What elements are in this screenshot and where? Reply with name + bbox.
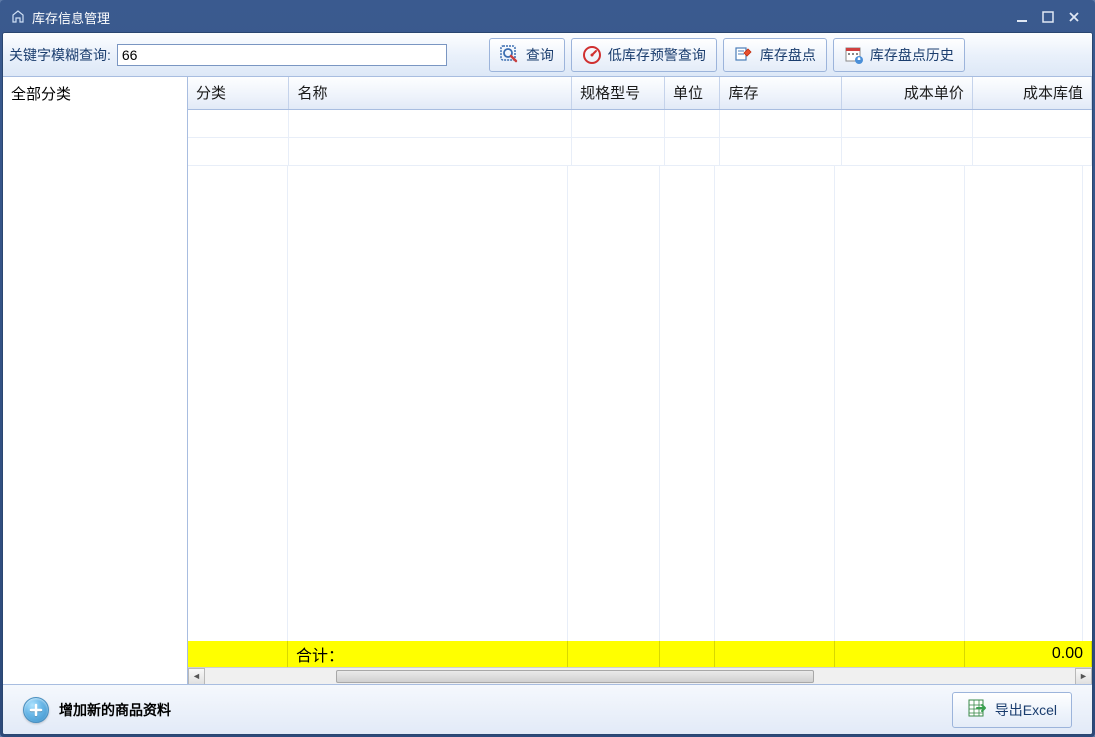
col-name[interactable]: 名称 [289,77,572,109]
close-button[interactable] [1063,8,1085,26]
query-button[interactable]: 查询 [489,38,565,72]
gauge-icon [582,45,602,65]
summary-unit [660,641,715,667]
window-controls [1011,8,1085,26]
summary-row: 合计： 0.00 [188,641,1092,667]
col-category[interactable]: 分类 [188,77,289,109]
bottom-bar: 增加新的商品资料 导出Excel [3,684,1092,734]
table-area: 分类 名称 规格型号 单位 库存 成本单价 成本库值 [188,77,1092,684]
plus-icon [23,697,49,723]
summary-spec [568,641,660,667]
inventory-icon [734,45,754,65]
table-row [188,137,1092,165]
stock-history-button-label: 库存盘点历史 [870,45,954,65]
stock-count-button[interactable]: 库存盘点 [723,38,827,72]
summary-cost-price [835,641,965,667]
summary-category [188,641,288,667]
all-categories-item[interactable]: 全部分类 [11,83,179,104]
add-product-label: 增加新的商品资料 [59,700,171,720]
table-empty-area [188,166,1092,642]
horizontal-scrollbar[interactable]: ◄ ► [188,667,1092,684]
inventory-table: 分类 名称 规格型号 单位 库存 成本单价 成本库值 [188,77,1092,166]
window-body: 关键字模糊查询: 查询 [2,32,1093,735]
col-spec[interactable]: 规格型号 [572,77,665,109]
table-header-row: 分类 名称 规格型号 单位 库存 成本单价 成本库值 [188,77,1092,109]
scroll-thumb[interactable] [336,670,815,683]
app-icon [10,9,26,25]
summary-total: 0.00 [965,641,1092,667]
titlebar: 库存信息管理 [2,2,1093,32]
search-label: 关键字模糊查询: [9,45,111,65]
excel-icon [967,698,987,721]
main-area: 全部分类 [3,77,1092,684]
scroll-right-arrow[interactable]: ► [1075,668,1092,685]
search-input[interactable] [117,44,447,66]
export-excel-label: 导出Excel [995,700,1057,720]
table-row [188,109,1092,137]
minimize-button[interactable] [1011,8,1033,26]
summary-label: 合计： [288,641,568,667]
stock-count-button-label: 库存盘点 [760,45,816,65]
category-sidebar[interactable]: 全部分类 [3,77,188,684]
toolbar: 关键字模糊查询: 查询 [3,33,1092,77]
col-stock[interactable]: 库存 [720,77,841,109]
low-stock-button[interactable]: 低库存预警查询 [571,38,717,72]
low-stock-button-label: 低库存预警查询 [608,45,706,65]
col-cost-value[interactable]: 成本库值 [972,77,1091,109]
scroll-left-arrow[interactable]: ◄ [188,668,205,685]
col-cost-price[interactable]: 成本单价 [841,77,972,109]
maximize-button[interactable] [1037,8,1059,26]
add-product-button[interactable]: 增加新的商品资料 [23,697,171,723]
query-button-label: 查询 [526,45,554,65]
main-window: 库存信息管理 关键字模糊查询: [0,0,1095,737]
col-unit[interactable]: 单位 [664,77,720,109]
summary-stock [715,641,835,667]
window-title: 库存信息管理 [32,8,1011,27]
scroll-track[interactable] [205,668,1075,684]
calendar-icon [844,45,864,65]
export-excel-button[interactable]: 导出Excel [952,692,1072,728]
search-icon [500,45,520,65]
table-wrapper: 分类 名称 规格型号 单位 库存 成本单价 成本库值 [188,77,1092,684]
stock-history-button[interactable]: 库存盘点历史 [833,38,965,72]
